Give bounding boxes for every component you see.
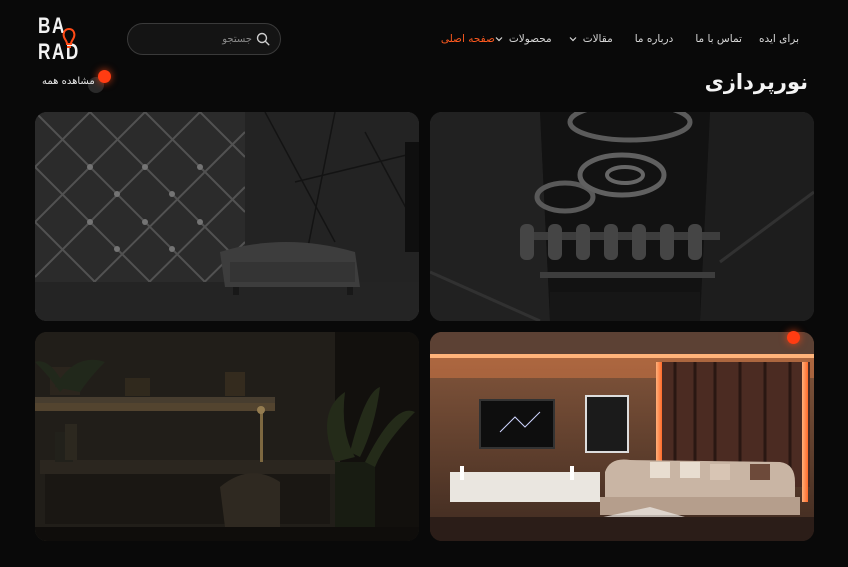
chevron-down-icon [495,37,503,42]
nav-item-label: صفحه اصلی [440,33,495,45]
accent-dot [787,331,800,344]
image-dim-overlay [430,112,814,321]
site-header: BA RAD صفحه اصلی محصولات مقالات درباره م… [0,0,848,78]
gallery-card-quilted-wall[interactable] [35,112,419,321]
search-input[interactable] [142,24,252,54]
search-box[interactable] [127,23,281,55]
nav-item-home[interactable]: صفحه اصلی [441,33,495,45]
living-room-image [430,332,814,541]
chevron-down-icon [569,37,577,42]
nav-item-articles[interactable]: مقالات [569,33,613,45]
gallery-card-stairwell[interactable] [430,112,814,321]
main-nav: صفحه اصلی محصولات مقالات درباره ما تماس … [441,30,814,48]
nav-item-products[interactable]: محصولات [495,33,552,45]
accent-dot [98,70,111,83]
nav-item-label: تماس با ما [695,33,742,45]
search-icon[interactable] [256,32,270,46]
nav-item-label: درباره ما [634,33,674,45]
nav-item-about[interactable]: درباره ما [635,33,674,45]
view-all-link[interactable]: مشاهده همه [42,76,95,87]
nav-item-label: برای ایده [758,33,799,45]
section-title: نورپردازی [704,70,808,94]
image-dim-overlay [35,112,419,321]
nav-item-label: مقالات [582,33,613,45]
brand-logo[interactable]: BA RAD [38,13,114,64]
gallery-card-living-room[interactable] [430,332,814,541]
image-dim-overlay [35,332,419,541]
nav-item-contact[interactable]: تماس با ما [695,33,742,45]
bulb-icon [62,28,76,48]
gallery-card-desk[interactable] [35,332,419,541]
nav-item-label: محصولات [508,33,552,45]
nav-item-ideas[interactable]: برای ایده [759,33,799,45]
